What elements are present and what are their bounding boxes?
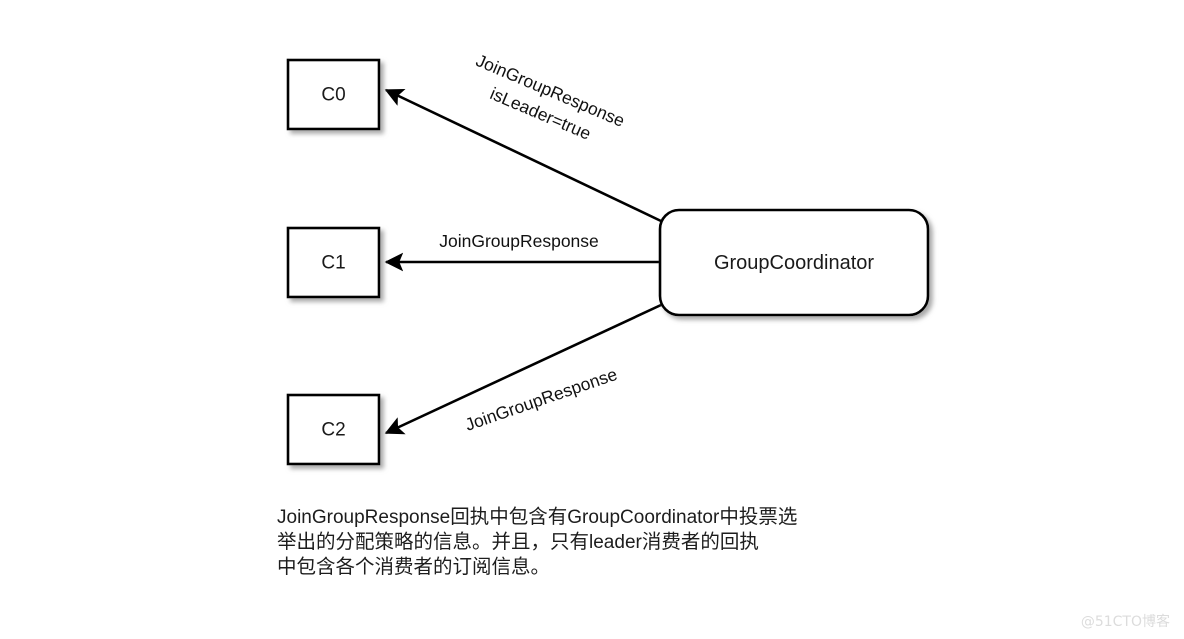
node-c0-label: C0 xyxy=(321,85,345,106)
node-c1[interactable]: C1 xyxy=(286,226,381,299)
caption-line-3-cjk-a: 中包含各个消费者的订阅信息。 xyxy=(277,555,551,578)
caption-line-3: 中包含各个消费者的订阅信息。 xyxy=(277,550,550,579)
watermark: @51CTO博客 xyxy=(1080,614,1170,630)
edge-label-group-c1: JoinGroupResponse xyxy=(439,231,599,251)
caption-line-2-latin-b: leader xyxy=(589,532,642,553)
edge-label-c2-line1: JoinGroupResponse xyxy=(462,364,619,435)
edge-label-group-c2: JoinGroupResponse xyxy=(462,364,619,435)
edges-layer: JoinGroupResponse isLeader=true JoinGrou… xyxy=(384,50,662,435)
diagram-canvas: JoinGroupResponse isLeader=true JoinGrou… xyxy=(0,0,1184,639)
node-c2-label: C2 xyxy=(321,420,345,441)
edge-coordinator-to-c1: JoinGroupResponse xyxy=(384,231,661,272)
caption-line-2-cjk-c: 消费者的回执 xyxy=(641,530,759,553)
edge-coordinator-to-c0: JoinGroupResponse isLeader=true xyxy=(384,50,662,223)
node-group-coordinator[interactable]: GroupCoordinator xyxy=(658,208,930,317)
node-group-coordinator-label: GroupCoordinator xyxy=(714,252,874,274)
node-c0[interactable]: C0 xyxy=(286,58,381,131)
edge-coordinator-to-c2: JoinGroupResponse xyxy=(384,303,662,435)
edge-label-c1-line1: JoinGroupResponse xyxy=(439,231,599,251)
node-c2[interactable]: C2 xyxy=(286,393,381,466)
node-c1-label: C1 xyxy=(321,253,345,274)
